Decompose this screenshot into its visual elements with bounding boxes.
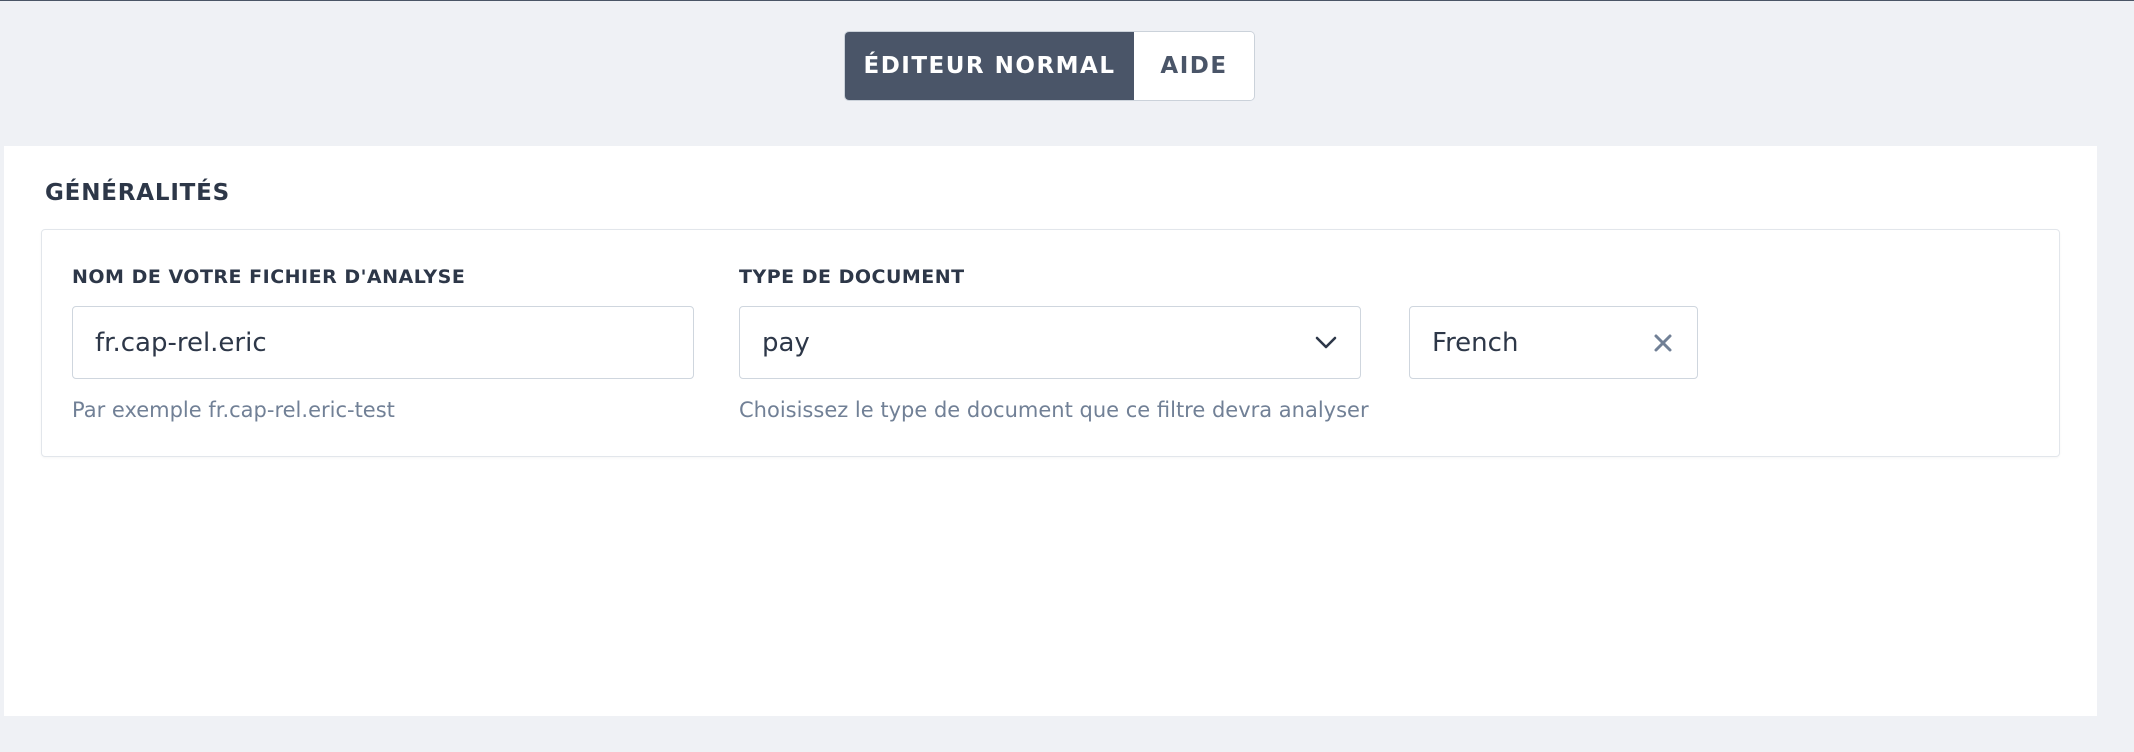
editor-mode-toggle: ÉDITEUR NORMAL AIDE (844, 31, 1255, 101)
language-value: French (1432, 327, 1519, 358)
chevron-down-icon (1314, 331, 1338, 355)
main-panel: GÉNÉRALITÉS NOM DE VOTRE FICHIER D'ANALY… (4, 146, 2097, 716)
filename-label: NOM DE VOTRE FICHIER D'ANALYSE (72, 266, 466, 288)
top-border (0, 0, 2134, 1)
language-select[interactable]: French (1409, 306, 1698, 379)
close-icon[interactable] (1651, 331, 1675, 355)
doc-type-value: pay (762, 327, 810, 358)
filename-input[interactable]: fr.cap-rel.eric (72, 306, 694, 379)
filename-value: fr.cap-rel.eric (95, 327, 267, 358)
filename-help: Par exemple fr.cap-rel.eric-test (72, 398, 395, 422)
doc-type-select[interactable]: pay (739, 306, 1361, 379)
help-button[interactable]: AIDE (1134, 32, 1254, 100)
doc-type-help: Choisissez le type de document que ce fi… (739, 398, 1369, 422)
section-title: GÉNÉRALITÉS (45, 180, 231, 206)
doc-type-label: TYPE DE DOCUMENT (739, 266, 965, 288)
general-settings-card: NOM DE VOTRE FICHIER D'ANALYSE fr.cap-re… (41, 229, 2060, 457)
normal-editor-button[interactable]: ÉDITEUR NORMAL (845, 32, 1134, 100)
